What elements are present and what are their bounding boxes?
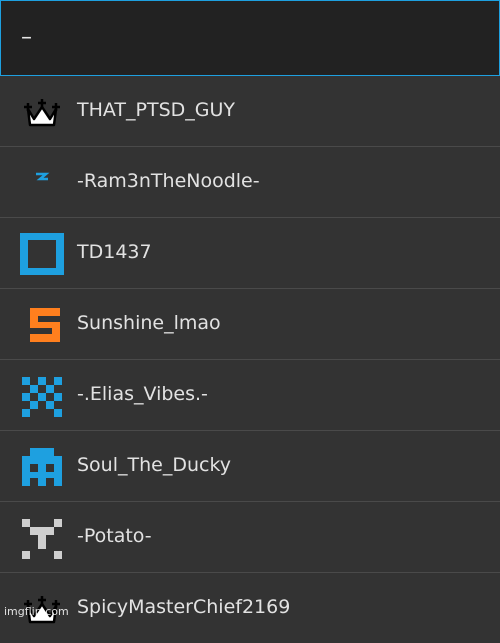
- username: -Potato-: [77, 525, 152, 547]
- username: -.Elias_Vibes.-: [77, 383, 208, 405]
- list-item[interactable]: TD1437: [0, 218, 500, 289]
- lightning-icon: [20, 162, 64, 204]
- username: Soul_The_Ducky: [77, 454, 232, 476]
- pixel-figure-icon: [20, 517, 64, 559]
- list-item[interactable]: THAT_PTSD_GUY: [0, 76, 500, 147]
- username: Sunshine_lmao: [77, 312, 221, 334]
- list-item[interactable]: -Potato-: [0, 502, 500, 573]
- results-list: THAT_PTSD_GUY -Ram3nTheNoodle- TD1437 Su…: [0, 76, 500, 643]
- square-outline-icon: [20, 233, 64, 275]
- pixel-invader-icon: [20, 446, 64, 488]
- s-letter-icon: [20, 304, 64, 346]
- search-input[interactable]: –: [0, 0, 500, 76]
- username: -Ram3nTheNoodle-: [77, 170, 260, 192]
- username: TD1437: [77, 241, 152, 263]
- username: THAT_PTSD_GUY: [77, 99, 236, 121]
- list-item[interactable]: -.Elias_Vibes.-: [0, 360, 500, 431]
- watermark: imgflip.com: [4, 605, 69, 618]
- list-item[interactable]: Soul_The_Ducky: [0, 431, 500, 502]
- search-input-value: –: [21, 25, 32, 50]
- crown-icon: [20, 91, 64, 133]
- list-item[interactable]: SpicyMasterChief2169: [0, 573, 500, 643]
- list-item[interactable]: -Ram3nTheNoodle-: [0, 147, 500, 218]
- username: SpicyMasterChief2169: [77, 596, 291, 618]
- pixel-pattern-icon: [20, 375, 64, 417]
- list-item[interactable]: Sunshine_lmao: [0, 289, 500, 360]
